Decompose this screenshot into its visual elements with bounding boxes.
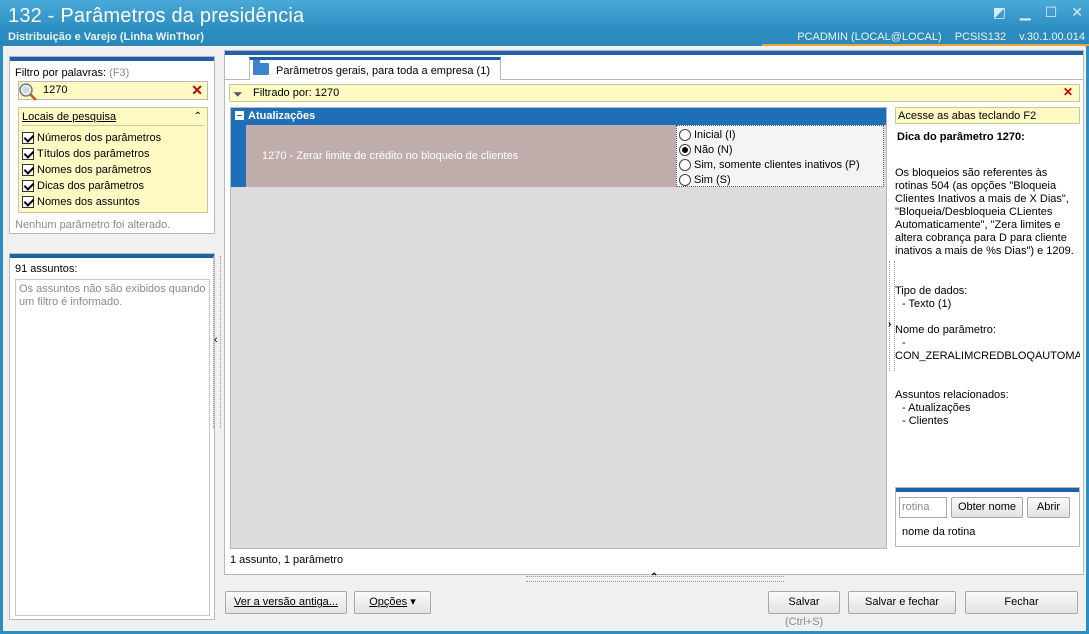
radio-button[interactable] [679, 173, 691, 186]
clear-filter-icon[interactable]: ✕ [191, 82, 203, 99]
checkbox[interactable] [22, 195, 34, 208]
remove-filter-icon[interactable]: ✕ [1063, 85, 1073, 99]
window-subtitle: Distribuição e Varejo (Linha WinThor) [8, 31, 205, 43]
filtered-by-text: Filtrado por: 1270 [253, 87, 340, 99]
app-code: PCSIS132 [954, 31, 1007, 43]
filter-label: Filtro por palavras: (F3) [15, 67, 130, 79]
param-name-dash: - [902, 337, 906, 349]
left-splitter[interactable]: ‹ [213, 256, 221, 428]
checkbox[interactable] [22, 147, 34, 160]
save-shortcut: (Ctrl+S) [785, 616, 824, 628]
collapse-group-icon[interactable] [235, 111, 244, 120]
chevron-up-icon[interactable]: ⌃ [650, 572, 658, 583]
radio-button[interactable] [679, 143, 691, 156]
collapse-icon[interactable]: ⌃ [194, 111, 202, 122]
related-label: Assuntos relacionados: [895, 389, 1009, 401]
tab-label: Parâmetros gerais, para toda a empresa (… [276, 65, 490, 77]
search-value: 1270 [43, 84, 68, 96]
close-icon[interactable]: ✕ [1071, 4, 1083, 21]
related-subject: - Atualizações [902, 402, 971, 414]
tip-title: Dica do parâmetro 1270: [897, 131, 1025, 143]
open-button[interactable]: Abrir [1027, 497, 1070, 518]
option-param-numbers[interactable]: Números dos parâmetros [22, 130, 161, 145]
panel-top-bar [225, 51, 1083, 55]
user-label: PCADMIN (LOCAL@LOCAL) [797, 31, 942, 43]
save-close-button[interactable]: Salvar e fechar [848, 591, 956, 614]
group-title: Atualizações [248, 110, 316, 122]
related-subject: - Clientes [902, 415, 949, 427]
param-options: Inicial (I) Não (N) Sim, somente cliente… [676, 125, 884, 187]
rotina-input[interactable]: rotina [899, 497, 947, 518]
rotina-name-label: nome da rotina [902, 526, 976, 538]
old-version-button[interactable]: Ver a versão antiga... [225, 591, 347, 614]
main-panel: Parâmetros gerais, para toda a empresa (… [224, 50, 1084, 575]
checkbox[interactable] [22, 179, 34, 192]
status-bar: 1 assunto, 1 parâmetro [230, 554, 344, 566]
title-bar: 132 - Parâmetros da presidência Distribu… [0, 0, 1089, 46]
option-nao[interactable]: Não (N) [679, 142, 733, 157]
change-status: Nenhum parâmetro foi alterado. [15, 219, 171, 231]
radio-button[interactable] [679, 158, 691, 171]
close-button[interactable]: Fechar [965, 591, 1078, 614]
param-name-value: CON_ZERALIMCREDBLOQAUTOMATIC [895, 350, 1080, 362]
chevron-right-icon[interactable]: › [888, 319, 891, 330]
params-grid: Atualizações 1270 - Zerar limite de créd… [230, 107, 887, 549]
param-name-label: Nome do parâmetro: [895, 324, 996, 336]
group-header[interactable]: Atualizações [231, 108, 886, 125]
search-input[interactable]: 1270 ✕ [18, 81, 208, 101]
client-area: Filtro por palavras: (F3) 1270 ✕ Locais … [3, 46, 1086, 631]
dropdown-arrow-icon: ▾ [410, 596, 416, 608]
panel-top-bar [896, 488, 1079, 492]
tip-body: Os bloqueios são referentes às rotinas 5… [895, 167, 1074, 257]
session-info: PCADMIN (LOCAL@LOCAL) PCSIS132 v.30.1.00… [787, 31, 1085, 43]
filtered-by-bar: ⏷ Filtrado por: 1270 ✕ [229, 84, 1080, 102]
window-controls: ◩ ▁ ☐ ✕ [993, 4, 1083, 21]
rotina-panel: rotina Obter nome Abrir nome da rotina [895, 487, 1080, 547]
window-title: 132 - Parâmetros da presidência [8, 5, 305, 27]
locations-title: Locais de pesquisa [22, 111, 117, 123]
chevron-left-icon[interactable]: ‹ [214, 334, 218, 346]
option-sim-inativos[interactable]: Sim, somente clientes inativos (P) [679, 157, 860, 172]
option-param-names[interactable]: Nomes dos parâmetros [22, 162, 151, 177]
tab-general-params[interactable]: Parâmetros gerais, para toda a empresa (… [249, 57, 501, 80]
checkbox[interactable] [22, 163, 34, 176]
restore-icon[interactable]: ◩ [993, 4, 1006, 21]
data-type-value: - Texto (1) [902, 298, 952, 310]
save-button[interactable]: Salvar [768, 591, 840, 614]
options-button[interactable]: Opções ▾ [354, 591, 431, 614]
folder-icon [253, 60, 269, 75]
param-row[interactable]: 1270 - Zerar limite de crédito no bloque… [246, 125, 676, 187]
param-text: 1270 - Zerar limite de crédito no bloque… [262, 150, 519, 162]
version-label: v.30.1.00.014 [1019, 31, 1085, 43]
divider [22, 125, 204, 126]
option-inicial[interactable]: Inicial (I) [679, 127, 736, 142]
access-hint: Acesse as abas teclando F2 [895, 107, 1080, 124]
row-indicator [231, 125, 246, 187]
option-param-titles[interactable]: Títulos dos parâmetros [22, 146, 150, 161]
search-locations: Locais de pesquisa ⌃ Números dos parâmet… [18, 107, 208, 213]
subjects-count: 91 assuntos: [15, 263, 78, 275]
data-type-label: Tipo de dados: [895, 285, 968, 297]
filter-panel: Filtro por palavras: (F3) 1270 ✕ Locais … [9, 56, 215, 234]
option-subject-names[interactable]: Nomes dos assuntos [22, 194, 140, 209]
option-param-tips[interactable]: Dicas dos parâmetros [22, 178, 144, 193]
minimize-icon[interactable]: ▁ [1020, 4, 1031, 21]
get-name-button[interactable]: Obter nome [951, 497, 1023, 518]
funnel-icon: ⏷ [233, 87, 243, 101]
search-icon [19, 83, 37, 101]
option-sim[interactable]: Sim (S) [679, 172, 731, 187]
maximize-icon[interactable]: ☐ [1045, 4, 1058, 21]
radio-button[interactable] [679, 128, 691, 141]
bottom-splitter[interactable]: ⌃ [526, 572, 784, 583]
panel-top-bar [10, 254, 214, 258]
subjects-panel: 91 assuntos: Os assuntos não são exibido… [9, 253, 215, 620]
subjects-list[interactable]: Os assuntos não são exibidos quando um f… [15, 279, 210, 616]
panel-top-bar [10, 57, 214, 61]
checkbox[interactable] [22, 131, 34, 144]
